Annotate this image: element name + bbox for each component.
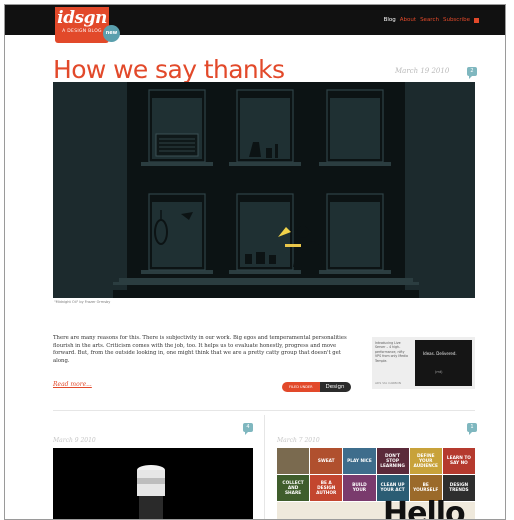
ad-via-link[interactable]: ADS VIA CARBON (375, 381, 401, 385)
poster-tile: BE A DESIGN AUTHOR (310, 475, 343, 501)
hero-caption: "Midnight Oil" by Frazer Ormsby (54, 300, 111, 304)
post-title[interactable]: How we say thanks (53, 55, 285, 84)
ad-text: Introducing Live Server – 4 high-perform… (375, 341, 408, 363)
ad-slogan: Ideas. Delivered. (423, 351, 457, 356)
poster-tile: SWEAT (310, 448, 343, 474)
read-more-link[interactable]: Read more... (53, 381, 92, 388)
tag-label: FILED UNDER (282, 382, 320, 392)
rss-icon[interactable] (474, 17, 479, 23)
nav-subscribe-link[interactable]: Subscribe (443, 17, 470, 23)
poster-tile (277, 448, 310, 474)
next-post-right-date: March 7 2010 (277, 437, 320, 444)
poster-grid: SWEAT PLAY NICE DON'T STOP LEARNING DEFINE … (277, 448, 475, 501)
next-post-right-thumbnail[interactable]: SWEAT PLAY NICE DON'T STOP LEARNING DEFINE … (277, 448, 475, 519)
ad-logo: (mt) (435, 370, 443, 374)
poster-tile: LEARN TO SAY NO (442, 448, 475, 474)
next-post-left-date: March 9 2010 (53, 437, 96, 444)
poster-tile: DEFINE YOUR AUDIENCE (409, 448, 442, 474)
poster-strip: Hello (277, 496, 475, 519)
browser-page: Blog About Search Subscribe idsgn A DESI… (4, 4, 506, 520)
post-tags: FILED UNDER Design (282, 382, 351, 392)
poster-tile: DON'T STOP LEARNING (376, 448, 409, 474)
site-logo[interactable]: idsgn A DESIGN BLOG (55, 7, 109, 43)
tag-design-link[interactable]: Design (319, 382, 351, 392)
nav-blog-link[interactable]: Blog (384, 17, 396, 23)
next-post-right-comment-bubble[interactable]: 1 (467, 423, 477, 435)
hero-illustration[interactable] (53, 82, 475, 298)
new-badge: new (103, 25, 120, 42)
section-divider (53, 410, 475, 411)
main-nav: Blog About Search Subscribe (384, 17, 479, 23)
next-post-left-comment-bubble[interactable]: 4 (243, 423, 253, 435)
sidebar-ad[interactable]: Introducing Live Server – 4 high-perform… (372, 337, 475, 389)
post-date: March 19 2010 (395, 67, 450, 75)
poster-tile: BUILD YOUR (343, 475, 376, 501)
comment-count-bubble[interactable]: 2 (467, 67, 477, 79)
lamp-image (53, 448, 253, 519)
night-building-illustration (53, 82, 475, 298)
poster-tile: COLLECT AND SHARE (277, 475, 310, 501)
poster-tile: PLAY NICE (343, 448, 376, 474)
ad-image[interactable]: Ideas. Delivered. (mt) (415, 340, 472, 386)
hello-poster-text: Hello (383, 496, 466, 520)
logo-wordmark: idsgn (57, 8, 107, 28)
next-post-left-thumbnail[interactable] (53, 448, 253, 519)
nav-search-link[interactable]: Search (420, 17, 439, 23)
post-excerpt: There are many reasons for this. There i… (53, 335, 347, 364)
nav-about-link[interactable]: About (400, 17, 416, 23)
logo-tagline: A DESIGN BLOG (62, 29, 102, 34)
column-divider (264, 415, 265, 519)
